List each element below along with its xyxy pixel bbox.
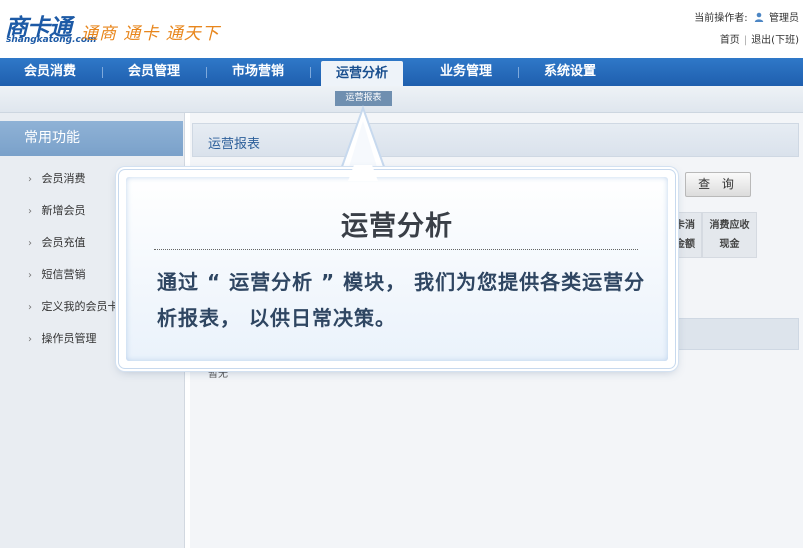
column-header-line: 消费应收 [709, 220, 750, 231]
sidebar-item-label: 定义我的会员卡 [41, 300, 119, 313]
operator-name: 管理员 [769, 13, 799, 24]
chevron-right-icon: › [28, 270, 32, 281]
logout-link[interactable]: 退出(下班) [751, 35, 799, 46]
chevron-right-icon: › [28, 206, 32, 217]
top-links: 首页 | 退出(下班) [720, 31, 799, 46]
content-header: 运营报表 [192, 123, 799, 157]
nav-divider [310, 67, 311, 78]
sidebar-item-label: 会员消费 [41, 172, 86, 185]
main-nav: 会员消费 会员管理 市场营销 运营分析 业务管理 系统设置 [0, 58, 803, 86]
sidebar-item-member-consume[interactable]: › 会员消费 [28, 170, 86, 188]
sidebar-item-define-card[interactable]: › 定义我的会员卡 [28, 298, 119, 316]
nav-divider [518, 67, 519, 78]
chevron-right-icon: › [28, 302, 32, 313]
nav-member-manage[interactable]: 会员管理 [114, 58, 194, 86]
nav-operation-analysis[interactable]: 运营分析 [321, 61, 403, 86]
nav-divider [206, 67, 207, 78]
nav-member-consume[interactable]: 会员消费 [10, 58, 90, 86]
column-header-receivable-cash: 消费应收 现金 [702, 212, 757, 258]
query-button[interactable]: 查 询 [685, 172, 751, 197]
sidebar-title: 常用功能 [0, 121, 183, 156]
slogan: 通商 通卡 通天下 [81, 24, 220, 44]
callout-divider [154, 249, 638, 250]
page-title: 运营报表 [208, 137, 261, 152]
nav-business-manage[interactable]: 业务管理 [426, 58, 506, 86]
home-link[interactable]: 首页 [720, 35, 740, 46]
link-divider: | [743, 35, 748, 46]
user-icon [754, 12, 764, 22]
nav-divider [102, 67, 103, 78]
sidebar-item-label: 短信营销 [41, 268, 86, 281]
chevron-right-icon: › [28, 174, 32, 185]
nav-system-settings[interactable]: 系统设置 [530, 58, 610, 86]
operator-label: 当前操作者: [694, 13, 748, 24]
sidebar-item-label: 操作员管理 [41, 332, 97, 345]
sidebar-item-member-recharge[interactable]: › 会员充值 [28, 234, 86, 252]
chevron-right-icon: › [28, 238, 32, 249]
sidebar-item-label: 会员充值 [41, 236, 86, 249]
column-header-line: 现金 [719, 239, 740, 250]
logo[interactable]: 商卡通 shangkatong.com [5, 8, 96, 46]
sidebar-item-new-member[interactable]: › 新增会员 [28, 202, 86, 220]
sidebar-item-label: 新增会员 [41, 204, 86, 217]
callout-heading: 运营分析 [341, 211, 453, 242]
chevron-right-icon: › [28, 334, 32, 345]
callout-body: 通过 “ 运营分析 ” 模块， 我们为您提供各类运营分析报表， 以供日常决策。 [157, 270, 646, 330]
callout-pointer-joint [348, 165, 378, 181]
operator-info: 当前操作者: 管理员 [694, 9, 799, 24]
header: 商卡通 shangkatong.com 通商 通卡 通天下 当前操作者: 管理员… [0, 0, 803, 58]
sub-nav: 运营报表 [0, 86, 803, 113]
nav-marketing[interactable]: 市场营销 [218, 58, 298, 86]
feature-callout: 运营分析 通过 “ 运营分析 ” 模块， 我们为您提供各类运营分析报表， 以供日… [119, 170, 675, 368]
sidebar-item-sms-marketing[interactable]: › 短信营销 [28, 266, 86, 284]
subnav-operation-report[interactable]: 运营报表 [335, 91, 392, 106]
sidebar-item-operator-manage[interactable]: › 操作员管理 [28, 330, 97, 348]
